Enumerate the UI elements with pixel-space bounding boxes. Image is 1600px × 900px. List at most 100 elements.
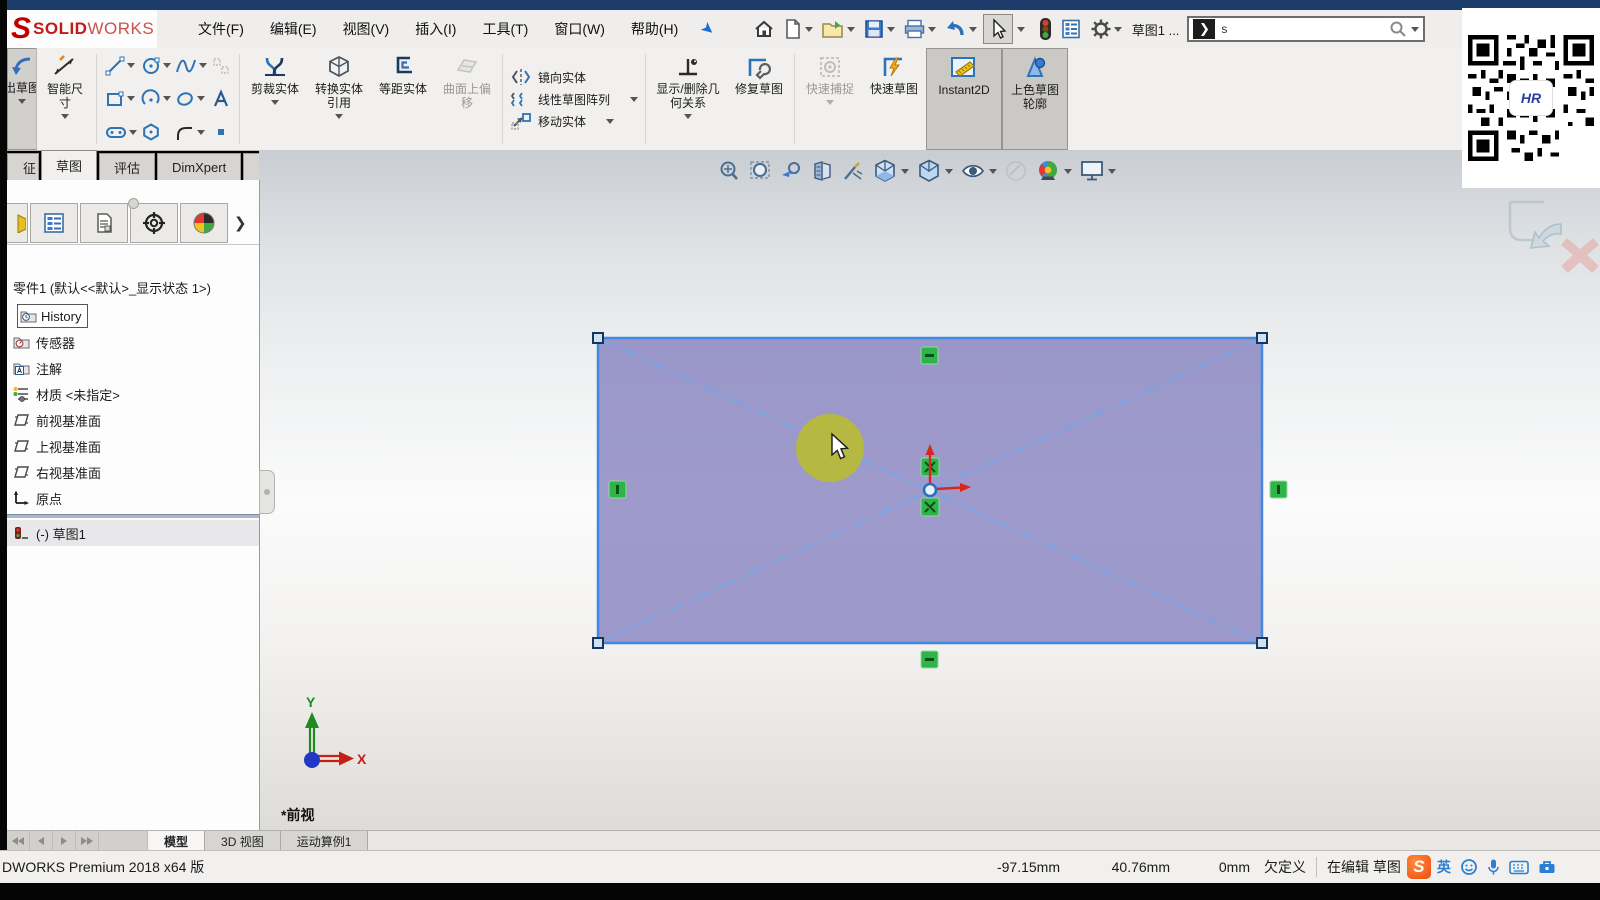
- tab-scroll-prev[interactable]: [30, 831, 53, 851]
- tree-item-right-plane[interactable]: 右视基准面: [7, 459, 259, 485]
- rectangle-tool[interactable]: [104, 83, 138, 114]
- surface-offset-button[interactable]: 曲面上偏移: [435, 48, 499, 150]
- arc-tool[interactable]: [140, 83, 172, 114]
- linear-pattern-button[interactable]: 线性草图阵列: [510, 90, 638, 108]
- menu-view[interactable]: 视图(V): [330, 19, 403, 39]
- home-button[interactable]: [751, 16, 777, 42]
- mirror-entities-button[interactable]: 镜向实体: [510, 68, 638, 86]
- open-button[interactable]: [819, 16, 857, 42]
- tab-evaluate[interactable]: 评估: [99, 153, 155, 180]
- menu-file[interactable]: 文件(F): [185, 19, 257, 39]
- panel-tab-cut[interactable]: [7, 203, 28, 243]
- print-caret[interactable]: [928, 27, 936, 32]
- circle-caret[interactable]: [163, 63, 171, 68]
- trim-entities-caret[interactable]: [271, 100, 279, 105]
- tree-item-material[interactable]: 材质 <未指定>: [7, 381, 259, 407]
- ime-language-toggle[interactable]: 英: [1437, 857, 1451, 877]
- print-button[interactable]: [901, 16, 938, 42]
- fillet-caret[interactable]: [197, 130, 205, 135]
- ellipse-tool[interactable]: [174, 83, 208, 114]
- smart-dimension-caret[interactable]: [61, 114, 69, 119]
- new-document-button[interactable]: [781, 16, 815, 42]
- tab-scroll-first[interactable]: [7, 831, 30, 851]
- polygon-tool[interactable]: [140, 117, 172, 148]
- slot-caret[interactable]: [129, 130, 137, 135]
- pattern-tool[interactable]: [210, 50, 232, 81]
- tab-3d-views[interactable]: 3D 视图: [205, 831, 281, 851]
- menu-edit[interactable]: 编辑(E): [257, 19, 330, 39]
- tree-item-annotations[interactable]: 注解: [7, 355, 259, 381]
- tree-item-origin[interactable]: 原点: [7, 485, 259, 511]
- undo-caret[interactable]: [969, 27, 977, 32]
- menu-help[interactable]: 帮助(H): [618, 19, 691, 39]
- display-delete-relations-button[interactable]: 显示/删除几何关系: [649, 48, 727, 150]
- tree-item-history[interactable]: History: [7, 303, 259, 329]
- offset-entities-button[interactable]: 等距实体: [371, 48, 435, 150]
- open-caret[interactable]: [847, 27, 855, 32]
- rollback-bar[interactable]: [7, 514, 259, 518]
- options-button[interactable]: [1088, 16, 1124, 42]
- confirmation-corner[interactable]: [1510, 202, 1599, 273]
- tab-features[interactable]: 征: [7, 153, 39, 180]
- document-switcher[interactable]: 草图1 ...: [1132, 20, 1180, 39]
- convert-entities-caret[interactable]: [335, 114, 343, 119]
- spline-caret[interactable]: [199, 63, 207, 68]
- linear-pattern-caret[interactable]: [630, 97, 638, 102]
- save-caret[interactable]: [887, 27, 895, 32]
- tab-sketch[interactable]: 草图: [41, 150, 97, 180]
- panel-tab-featuremanager[interactable]: [30, 203, 78, 243]
- tab-scroll-next[interactable]: [53, 831, 76, 851]
- part-title[interactable]: 零件1 (默认<<默认>_显示状态 1>): [7, 274, 259, 303]
- ime-keyboard-icon[interactable]: [1509, 860, 1529, 875]
- options-caret[interactable]: [1114, 27, 1122, 32]
- properties-button[interactable]: [1058, 16, 1084, 42]
- tree-item-top-plane[interactable]: 上视基准面: [7, 433, 259, 459]
- move-entities-caret[interactable]: [606, 119, 614, 124]
- point-tool[interactable]: [210, 117, 232, 148]
- graphics-area[interactable]: Y X *前视: [259, 150, 1600, 830]
- tree-item-front-plane[interactable]: 前视基准面: [7, 407, 259, 433]
- select-tool-button[interactable]: [983, 14, 1013, 44]
- slot-tool[interactable]: [104, 117, 138, 148]
- tab-model[interactable]: 模型: [148, 831, 205, 851]
- menu-window[interactable]: 窗口(W): [541, 19, 618, 39]
- tree-item-sketch1[interactable]: (-) 草图1: [7, 520, 259, 546]
- convert-entities-button[interactable]: 转换实体引用: [307, 48, 371, 150]
- arc-caret[interactable]: [163, 96, 171, 101]
- new-document-caret[interactable]: [805, 27, 813, 32]
- panel-expand-chevron[interactable]: ❯: [234, 214, 247, 232]
- search-box[interactable]: ❯ s: [1187, 16, 1425, 42]
- search-icon[interactable]: [1389, 20, 1407, 38]
- interference-check-button[interactable]: [1037, 15, 1054, 43]
- panel-tab-dimxpertmanager[interactable]: [180, 203, 228, 243]
- select-tool-caret[interactable]: [1017, 27, 1025, 32]
- panel-splitter-dot[interactable]: [128, 198, 139, 209]
- panel-tab-propertymanager[interactable]: [80, 203, 128, 243]
- tab-motion-study[interactable]: 运动算例1: [281, 831, 369, 851]
- exit-sketch-caret[interactable]: [18, 99, 26, 104]
- undo-button[interactable]: [942, 16, 979, 42]
- quick-snaps-caret[interactable]: [826, 100, 834, 105]
- panel-tab-configurationmanager[interactable]: [130, 203, 178, 243]
- fillet-tool[interactable]: [174, 117, 208, 148]
- panel-collapse-handle[interactable]: [259, 470, 275, 514]
- ime-emoji-icon[interactable]: [1460, 858, 1478, 876]
- save-button[interactable]: [861, 16, 897, 42]
- circle-tool[interactable]: [140, 50, 172, 81]
- display-delete-relations-caret[interactable]: [684, 114, 692, 119]
- line-caret[interactable]: [127, 63, 135, 68]
- instant2d-button[interactable]: Instant2D: [926, 48, 1002, 150]
- line-tool[interactable]: [104, 50, 138, 81]
- search-input[interactable]: s: [1221, 22, 1389, 36]
- ime-mic-icon[interactable]: [1487, 858, 1500, 876]
- move-entities-button[interactable]: 移动实体: [510, 112, 638, 130]
- smart-dimension-button[interactable]: 智能尺寸: [37, 48, 93, 150]
- trim-entities-button[interactable]: 剪裁实体: [243, 48, 307, 150]
- sogou-ime-icon[interactable]: S: [1407, 855, 1431, 879]
- rectangle-caret[interactable]: [127, 96, 135, 101]
- quick-snaps-button[interactable]: 快速捕捉: [798, 48, 862, 150]
- menu-insert[interactable]: 插入(I): [402, 19, 469, 39]
- tree-item-sensors[interactable]: 传感器: [7, 329, 259, 355]
- shaded-contours-button[interactable]: 上色草图轮廓: [1002, 48, 1068, 150]
- repair-sketch-button[interactable]: 修复草图: [727, 48, 791, 150]
